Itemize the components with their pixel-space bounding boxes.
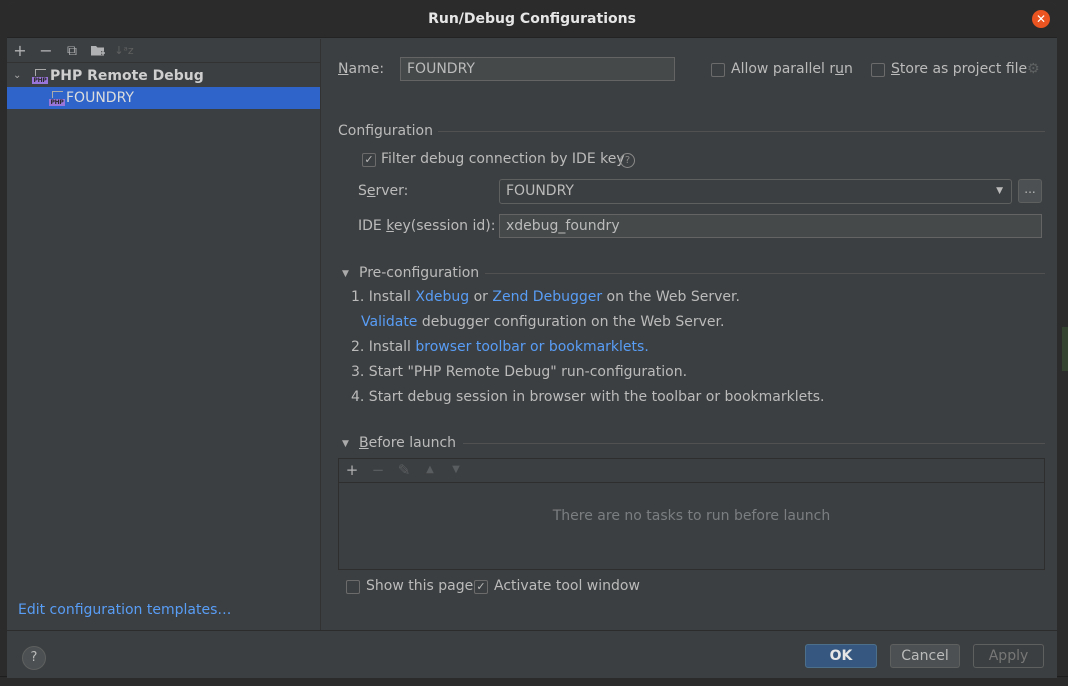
browser-toolbar-link[interactable]: browser toolbar or bookmarklets. bbox=[415, 339, 648, 355]
add-configuration-button[interactable]: + bbox=[10, 41, 30, 61]
background-window-accent bbox=[1062, 327, 1068, 371]
section-divider bbox=[463, 443, 1045, 444]
step-1: 1. Install Xdebug or Zend Debugger on th… bbox=[351, 289, 740, 305]
help-icon[interactable]: ? bbox=[620, 153, 635, 168]
plus-icon: + bbox=[13, 41, 27, 60]
step-4: 4. Start debug session in browser with t… bbox=[351, 389, 825, 405]
help-button[interactable]: ? bbox=[22, 646, 46, 670]
section-divider bbox=[438, 131, 1045, 132]
allow-parallel-run-label: Allow parallel run bbox=[731, 61, 853, 77]
validate-link[interactable]: Validate bbox=[361, 314, 417, 330]
server-select[interactable]: FOUNDRY ▼ bbox=[499, 179, 1012, 204]
sidebar-toolbar: + − ⧉ ↓ᵃz bbox=[7, 39, 320, 63]
show-this-page-checkbox[interactable] bbox=[346, 580, 360, 594]
title-bar: Run/Debug Configurations ✕ bbox=[7, 2, 1057, 38]
name-input[interactable]: FOUNDRY bbox=[400, 57, 675, 81]
name-label: Name: bbox=[338, 61, 385, 77]
store-as-project-file-checkbox[interactable] bbox=[871, 63, 885, 77]
before-launch-task-list: + − ✎ ▲ ▼ There are no tasks to run befo… bbox=[338, 458, 1045, 570]
remove-configuration-button[interactable]: − bbox=[36, 41, 56, 61]
configurations-sidebar: + − ⧉ ↓ᵃz ⌄ PHP PHP Remote Debug PHP FOU… bbox=[7, 39, 321, 630]
tree-item-label: FOUNDRY bbox=[66, 90, 134, 106]
server-label: Server: bbox=[358, 183, 409, 199]
edit-task-button[interactable]: ✎ bbox=[394, 460, 414, 480]
copy-icon: ⧉ bbox=[67, 43, 77, 59]
close-button[interactable]: ✕ bbox=[1032, 10, 1050, 28]
close-icon: ✕ bbox=[1035, 12, 1047, 26]
tree-group-label: PHP Remote Debug bbox=[50, 68, 204, 84]
server-select-value: FOUNDRY bbox=[506, 183, 574, 199]
pencil-icon: ✎ bbox=[397, 461, 411, 479]
browse-servers-button[interactable]: ... bbox=[1018, 179, 1042, 203]
activate-tool-window-checkbox[interactable]: ✓ bbox=[474, 580, 488, 594]
section-divider bbox=[485, 273, 1045, 274]
zend-debugger-link[interactable]: Zend Debugger bbox=[492, 289, 602, 305]
add-task-button[interactable]: + bbox=[342, 460, 362, 480]
cancel-button[interactable]: Cancel bbox=[890, 644, 960, 668]
configuration-editor: Name: FOUNDRY Allow parallel run Store a… bbox=[322, 39, 1057, 630]
copy-configuration-button[interactable]: ⧉ bbox=[62, 41, 82, 61]
filter-by-ide-key-checkbox[interactable]: ✓ bbox=[362, 153, 376, 167]
dialog-title: Run/Debug Configurations bbox=[428, 11, 636, 27]
ok-button[interactable]: OK bbox=[805, 644, 877, 668]
apply-button[interactable]: Apply bbox=[973, 644, 1044, 668]
tree-group-php-remote-debug[interactable]: ⌄ PHP PHP Remote Debug bbox=[7, 65, 320, 87]
step-2: 2. Install browser toolbar or bookmarkle… bbox=[351, 339, 649, 355]
ide-key-label: IDE key(session id): bbox=[358, 218, 496, 234]
activate-tool-window-label: Activate tool window bbox=[494, 578, 640, 594]
move-into-folder-button[interactable] bbox=[88, 41, 108, 61]
xdebug-link[interactable]: Xdebug bbox=[415, 289, 469, 305]
php-remote-debug-icon: PHP bbox=[49, 90, 65, 106]
store-as-project-file-label: Store as project file bbox=[891, 61, 1028, 77]
step-3: 3. Start "PHP Remote Debug" run-configur… bbox=[351, 364, 688, 380]
empty-tasks-message: There are no tasks to run before launch bbox=[552, 508, 831, 524]
sort-configurations-button[interactable]: ↓ᵃz bbox=[114, 41, 134, 61]
before-launch-toolbar: + − ✎ ▲ ▼ bbox=[339, 459, 1044, 483]
move-task-up-button[interactable]: ▲ bbox=[420, 460, 440, 480]
minus-icon: − bbox=[371, 461, 385, 479]
run-debug-configurations-dialog: Run/Debug Configurations ✕ + − ⧉ ↓ᵃz ⌄ P… bbox=[7, 2, 1057, 678]
dialog-footer: ? OK Cancel Apply bbox=[7, 630, 1057, 678]
ide-key-input[interactable]: xdebug_foundry bbox=[499, 214, 1042, 238]
sort-alphabetically-icon: ↓ᵃz bbox=[114, 44, 134, 57]
chevron-down-icon[interactable]: ⌄ bbox=[13, 65, 21, 87]
gear-icon[interactable]: ⚙ bbox=[1027, 61, 1040, 77]
move-task-down-button[interactable]: ▼ bbox=[446, 460, 466, 480]
plus-icon: + bbox=[345, 461, 359, 479]
allow-parallel-run-checkbox[interactable] bbox=[711, 63, 725, 77]
collapse-triangle-icon[interactable]: ▼ bbox=[342, 269, 349, 279]
php-remote-debug-icon: PHP bbox=[32, 68, 48, 84]
arrow-up-icon: ▲ bbox=[426, 464, 434, 475]
remove-task-button[interactable]: − bbox=[368, 460, 388, 480]
collapse-triangle-icon[interactable]: ▼ bbox=[342, 439, 349, 449]
new-folder-icon bbox=[91, 46, 105, 56]
show-this-page-label: Show this page bbox=[366, 578, 474, 594]
configuration-section-title: Configuration bbox=[338, 123, 433, 139]
edit-configuration-templates-link[interactable]: Edit configuration templates… bbox=[18, 602, 231, 618]
before-launch-title[interactable]: Before launch bbox=[359, 435, 456, 451]
tree-item-foundry[interactable]: PHP FOUNDRY bbox=[7, 87, 320, 109]
dropdown-arrow-icon: ▼ bbox=[996, 186, 1003, 196]
arrow-down-icon: ▼ bbox=[452, 464, 460, 475]
filter-by-ide-key-label: Filter debug connection by IDE key bbox=[381, 151, 625, 167]
validate-step: Validate debugger configuration on the W… bbox=[361, 314, 725, 330]
pre-configuration-title[interactable]: Pre-configuration bbox=[359, 265, 479, 281]
minus-icon: − bbox=[39, 41, 53, 60]
